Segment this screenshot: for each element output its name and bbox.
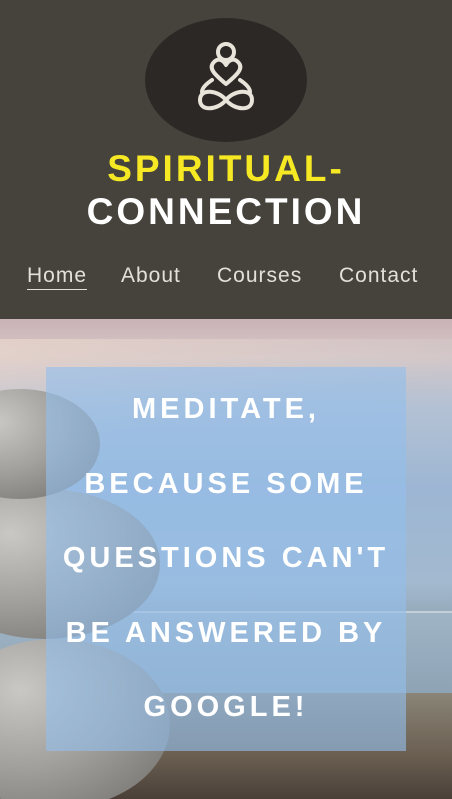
site-header: SPIRITUAL- CONNECTION Home About Courses… (0, 0, 452, 319)
nav-item-contact[interactable]: Contact (339, 262, 418, 290)
brand-title-line1: SPIRITUAL- (107, 148, 345, 189)
nav-item-about[interactable]: About (121, 262, 181, 290)
hero-quote-box: MEDITATE, BECAUSE SOME QUESTIONS CAN'T B… (46, 367, 406, 751)
nav-item-home[interactable]: Home (27, 262, 88, 290)
brand-title-line2: CONNECTION (86, 191, 366, 232)
quote-line: BECAUSE SOME (84, 468, 368, 500)
quote-line: QUESTIONS CAN'T (62, 542, 390, 574)
meditation-heart-infinity-icon (197, 42, 255, 111)
quote-line: BE ANSWERED BY (65, 617, 387, 649)
nav-item-courses[interactable]: Courses (217, 262, 302, 290)
logo[interactable] (145, 18, 307, 142)
main-nav: Home About Courses Contact (0, 262, 452, 292)
quote-line: GOOGLE! (143, 691, 309, 723)
quote-line: MEDITATE, (132, 393, 320, 425)
